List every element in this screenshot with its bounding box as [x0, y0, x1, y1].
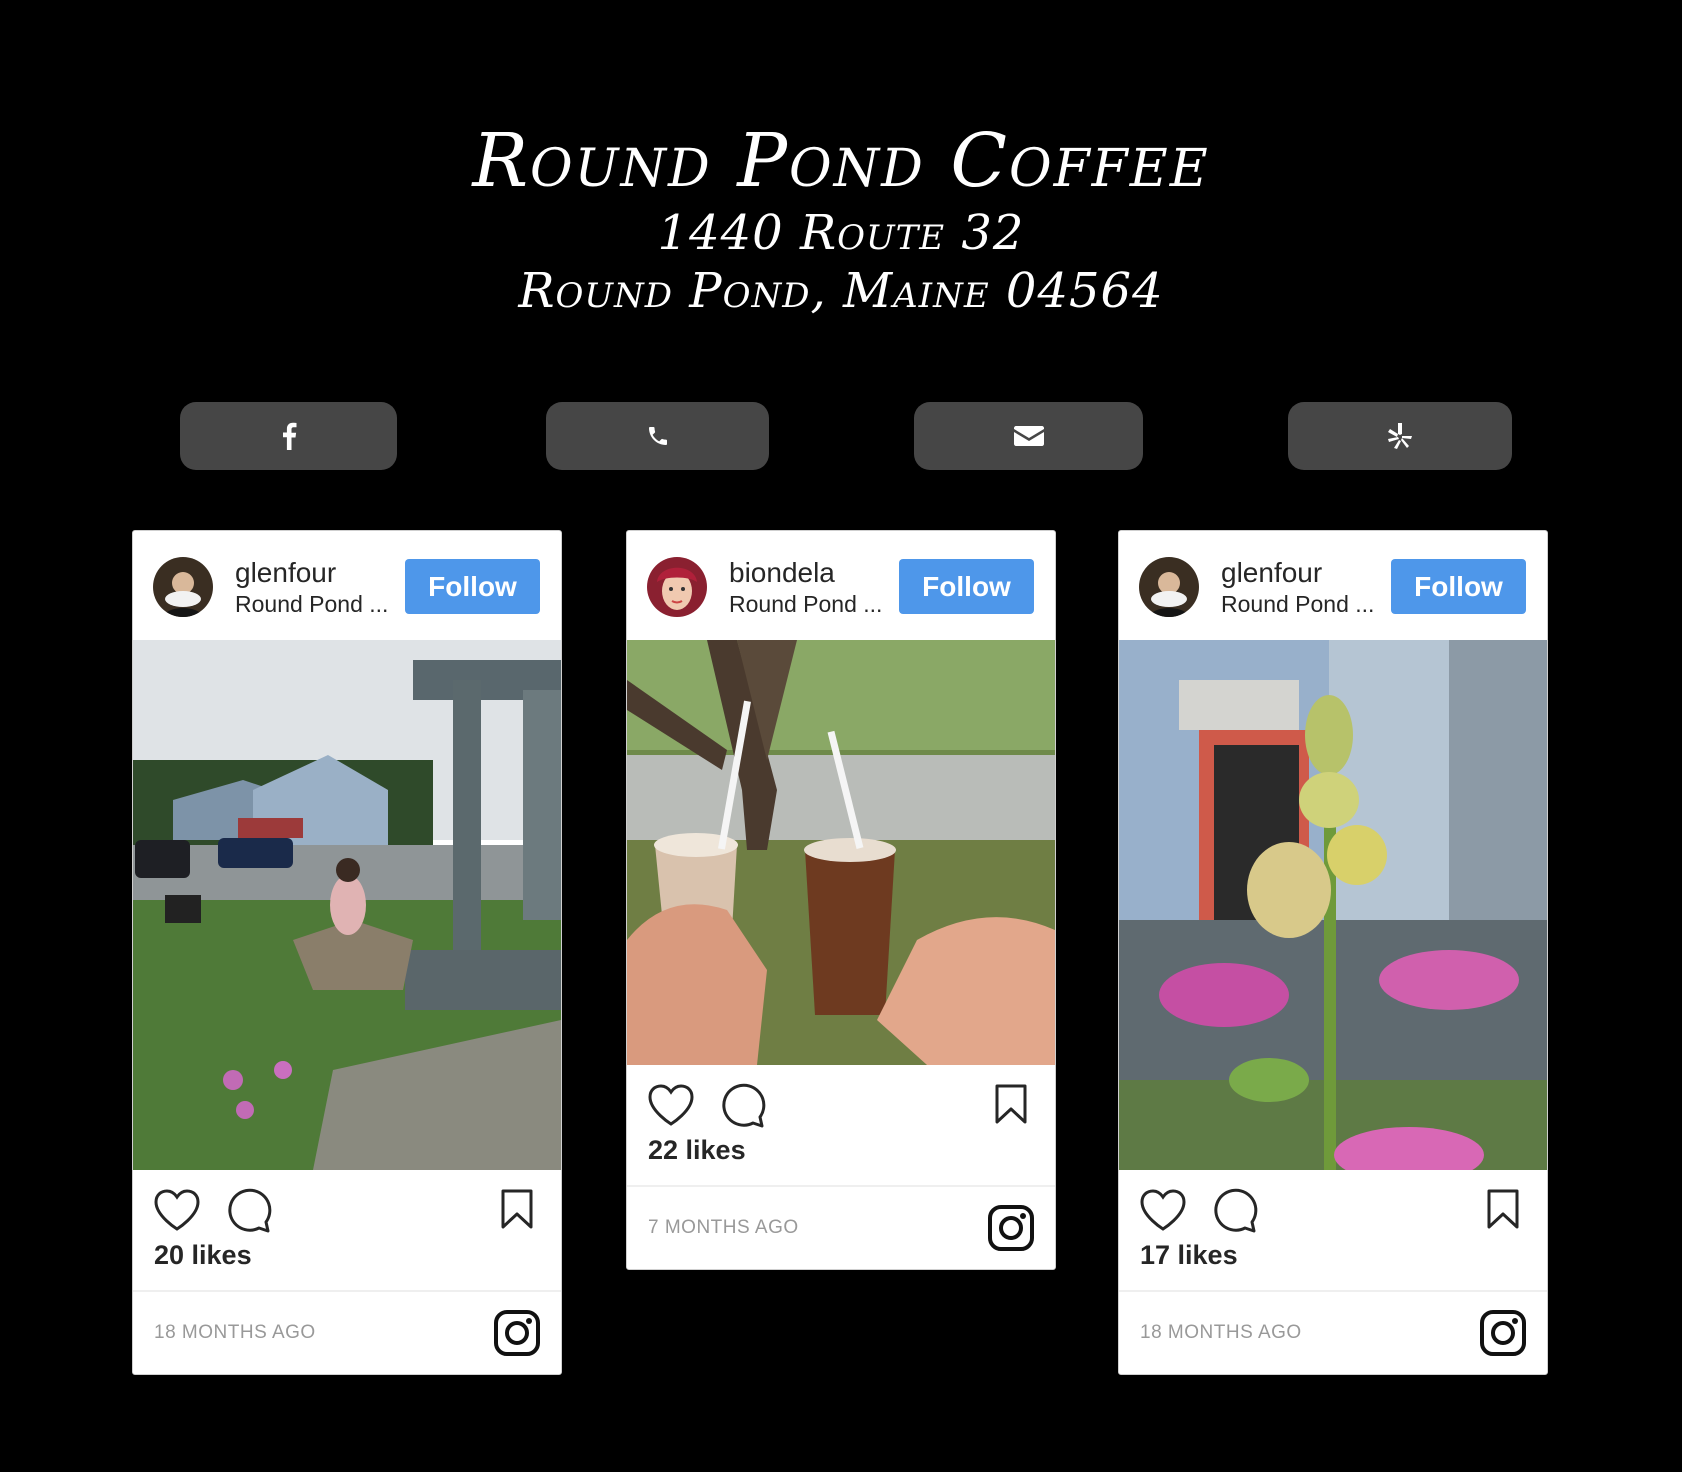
phone-icon — [648, 427, 667, 445]
instagram-post-card: glenfour Round Pond ... Follow — [132, 530, 562, 1375]
facebook-button[interactable] — [180, 402, 397, 470]
comment-icon[interactable] — [226, 1188, 272, 1234]
instagram-post-card: biondela Round Pond ... Follow 22 likes — [626, 530, 1056, 1270]
post-username[interactable]: glenfour — [1221, 557, 1322, 589]
envelope-icon — [1013, 426, 1044, 446]
follow-button[interactable]: Follow — [899, 559, 1034, 614]
post-time: 18 MONTHS AGO — [1140, 1322, 1302, 1343]
post-actions — [1119, 1170, 1547, 1240]
post-time: 18 MONTHS AGO — [154, 1322, 316, 1343]
post-actions — [133, 1170, 561, 1240]
avatar[interactable] — [1139, 557, 1199, 617]
post-time: 7 MONTHS AGO — [648, 1217, 799, 1238]
post-header: glenfour Round Pond ... Follow — [133, 531, 561, 640]
bookmark-icon[interactable] — [1485, 1188, 1521, 1230]
likes-count: 20 likes — [154, 1240, 252, 1270]
avatar[interactable] — [153, 557, 213, 617]
bookmark-icon[interactable] — [499, 1188, 535, 1230]
instagram-icon[interactable] — [987, 1204, 1035, 1252]
heart-icon[interactable] — [647, 1083, 695, 1127]
yelp-icon — [1388, 423, 1412, 449]
yelp-button[interactable] — [1288, 402, 1512, 470]
post-footer: 18 MONTHS AGO — [133, 1290, 561, 1374]
post-location[interactable]: Round Pond ... — [235, 591, 403, 618]
site-title: Round Pond Coffee — [472, 118, 1210, 204]
likes-count: 17 likes — [1140, 1240, 1238, 1270]
likes-count: 22 likes — [648, 1135, 746, 1165]
comment-icon[interactable] — [720, 1083, 766, 1129]
post-location[interactable]: Round Pond ... — [1221, 591, 1389, 618]
address-line-2: Round Pond, Maine 04564 — [518, 263, 1164, 319]
post-footer: 18 MONTHS AGO — [1119, 1290, 1547, 1374]
post-photo[interactable] — [133, 640, 561, 1170]
instagram-icon[interactable] — [493, 1309, 541, 1357]
heart-icon[interactable] — [153, 1188, 201, 1232]
phone-button[interactable] — [546, 402, 769, 470]
post-photo[interactable] — [627, 640, 1055, 1065]
bookmark-icon[interactable] — [993, 1083, 1029, 1125]
post-footer: 7 MONTHS AGO — [627, 1185, 1055, 1269]
email-button[interactable] — [914, 402, 1143, 470]
site-header: Round Pond Coffee 1440 Route 32 Round Po… — [0, 118, 1682, 320]
facebook-icon — [282, 422, 296, 450]
follow-button[interactable]: Follow — [405, 559, 540, 614]
comment-icon[interactable] — [1212, 1188, 1258, 1234]
post-photo[interactable] — [1119, 640, 1547, 1170]
post-actions — [627, 1065, 1055, 1135]
instagram-icon[interactable] — [1479, 1309, 1527, 1357]
post-location[interactable]: Round Pond ... — [729, 591, 897, 618]
heart-icon[interactable] — [1139, 1188, 1187, 1232]
post-username[interactable]: biondela — [729, 557, 835, 589]
post-username[interactable]: glenfour — [235, 557, 336, 589]
post-header: biondela Round Pond ... Follow — [627, 531, 1055, 640]
instagram-post-card: glenfour Round Pond ... Follow — [1118, 530, 1548, 1375]
address-line-1: 1440 Route 32 — [657, 205, 1025, 261]
avatar[interactable] — [647, 557, 707, 617]
post-header: glenfour Round Pond ... Follow — [1119, 531, 1547, 640]
follow-button[interactable]: Follow — [1391, 559, 1526, 614]
